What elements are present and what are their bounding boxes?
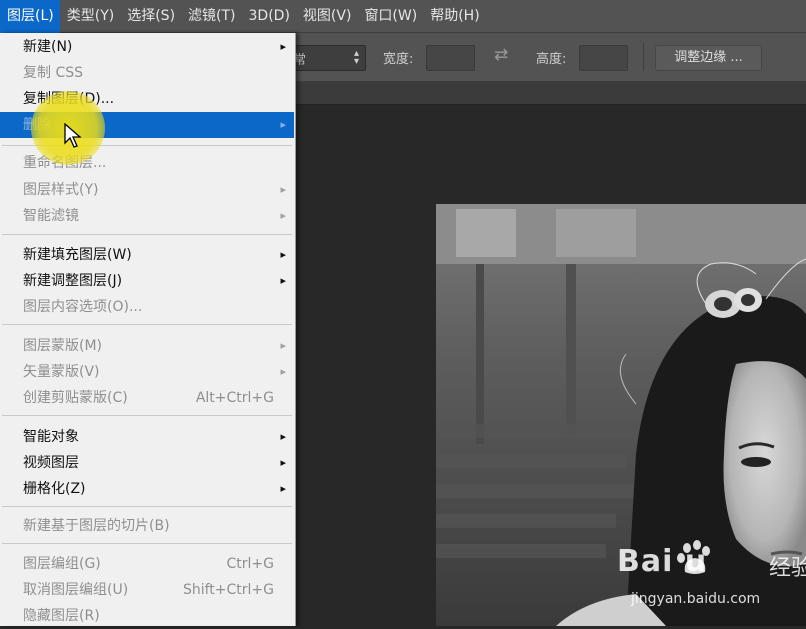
menu-item-shortcut: Ctrl+G (226, 556, 275, 572)
menu-layer[interactable]: 图层(L) (0, 0, 60, 33)
submenu-arrow-icon: ▸ (280, 456, 286, 469)
menu-item-label: 隐藏图层(R) (23, 608, 100, 624)
style-select[interactable]: 常 ▴ ▾ (286, 45, 366, 71)
menu-item-label: 栅格化(Z) (23, 481, 86, 497)
submenu-arrow-icon: ▸ (280, 40, 286, 53)
menu-item-label: 创建剪贴蒙版(C) (23, 390, 128, 406)
menu-item-label: 图层编组(G) (23, 556, 101, 572)
submenu-arrow-icon: ▸ (280, 365, 286, 378)
menu-separator (2, 324, 292, 325)
menu-type[interactable]: 类型(Y) (60, 0, 120, 33)
menu-item-label: 新建填充图层(W) (23, 247, 132, 263)
divider (643, 43, 644, 71)
menu-item-hide-layers[interactable]: 隐藏图层(R) (0, 603, 294, 629)
menu-window[interactable]: 窗口(W) (357, 0, 423, 33)
menu-filter[interactable]: 滤镜(T) (181, 0, 241, 33)
menu-item-label: 复制 CSS (23, 65, 83, 81)
submenu-arrow-icon: ▸ (280, 209, 286, 222)
menu-item-new-layer-based-slice[interactable]: 新建基于图层的切片(B) (0, 513, 294, 539)
menu-separator (2, 234, 292, 235)
submenu-arrow-icon: ▸ (280, 118, 286, 131)
menu-item-new[interactable]: 新建(N) ▸ (0, 34, 294, 60)
menu-item-group-layers[interactable]: 图层编组(G) Ctrl+G (0, 551, 294, 577)
menu-item-label: 图层蒙版(M) (23, 338, 103, 354)
menu-item-new-fill-layer[interactable]: 新建填充图层(W) ▸ (0, 242, 294, 268)
menu-item-rasterize[interactable]: 栅格化(Z) ▸ (0, 476, 294, 502)
refine-edge-button[interactable]: 调整边缘 ... (655, 45, 762, 71)
menu-item-ungroup-layers[interactable]: 取消图层编组(U) Shift+Ctrl+G (0, 577, 294, 603)
submenu-arrow-icon: ▸ (280, 339, 286, 352)
menu-view[interactable]: 视图(V) (296, 0, 358, 33)
menu-item-label: 智能对象 (23, 429, 79, 445)
menu-item-label: 新建调整图层(J) (23, 273, 123, 289)
menu-3d[interactable]: 3D(D) (242, 0, 296, 33)
menu-item-shortcut: Alt+Ctrl+G (195, 390, 274, 406)
submenu-arrow-icon: ▸ (280, 430, 286, 443)
watermark-url: jingyan.baidu.com (631, 591, 761, 607)
menu-item-smart-object[interactable]: 智能对象 ▸ (0, 424, 294, 450)
menu-separator (2, 506, 292, 507)
watermark-jingyan: 经验 (769, 556, 806, 581)
menu-separator (2, 415, 292, 416)
menu-help[interactable]: 帮助(H) (423, 0, 485, 33)
height-input[interactable] (579, 45, 628, 71)
menu-item-copy-css[interactable]: 复制 CSS (0, 60, 294, 86)
menu-item-new-adjustment-layer[interactable]: 新建调整图层(J) ▸ (0, 268, 294, 294)
height-label: 高度: (536, 52, 567, 67)
menu-item-label: 智能滤镜 (23, 208, 79, 224)
select-arrows-icon: ▴ ▾ (353, 48, 359, 67)
menu-item-layer-content-options[interactable]: 图层内容选项(O)... (0, 294, 294, 320)
menu-item-layer-style[interactable]: 图层样式(Y) ▸ (0, 177, 294, 203)
menu-item-smart-filters[interactable]: 智能滤镜 ▸ (0, 203, 294, 229)
menu-item-vector-mask[interactable]: 矢量蒙版(V) ▸ (0, 359, 294, 385)
menu-item-create-clipping-mask[interactable]: 创建剪贴蒙版(C) Alt+Ctrl+G (0, 385, 294, 411)
menu-item-label: 新建基于图层的切片(B) (23, 518, 170, 534)
menu-item-video-layers[interactable]: 视频图层 ▸ (0, 450, 294, 476)
menu-item-label: 图层样式(Y) (23, 182, 99, 198)
submenu-arrow-icon: ▸ (280, 183, 286, 196)
baidu-paw-icon (677, 540, 710, 574)
arrow-cursor-icon (64, 123, 82, 148)
width-input[interactable] (426, 45, 475, 71)
menubar: 图层(L) 类型(Y) 选择(S) 滤镜(T) 3D(D) 视图(V) 窗口(W… (0, 0, 806, 33)
menu-separator (2, 543, 292, 544)
submenu-arrow-icon: ▸ (280, 248, 286, 261)
menu-item-shortcut: Shift+Ctrl+G (182, 582, 274, 598)
menu-item-layer-mask[interactable]: 图层蒙版(M) ▸ (0, 333, 294, 359)
submenu-arrow-icon: ▸ (280, 482, 286, 495)
menu-item-label: 矢量蒙版(V) (23, 364, 100, 380)
menu-select[interactable]: 选择(S) (120, 0, 181, 33)
swap-arrows-icon[interactable]: ⇄ (494, 45, 508, 65)
menu-item-label: 图层内容选项(O)... (23, 299, 143, 315)
menu-item-label: 视频图层 (23, 455, 79, 471)
width-label: 宽度: (383, 52, 414, 67)
menu-item-label: 取消图层编组(U) (23, 582, 129, 598)
menu-item-label: 新建(N) (23, 39, 73, 55)
submenu-arrow-icon: ▸ (280, 274, 286, 287)
